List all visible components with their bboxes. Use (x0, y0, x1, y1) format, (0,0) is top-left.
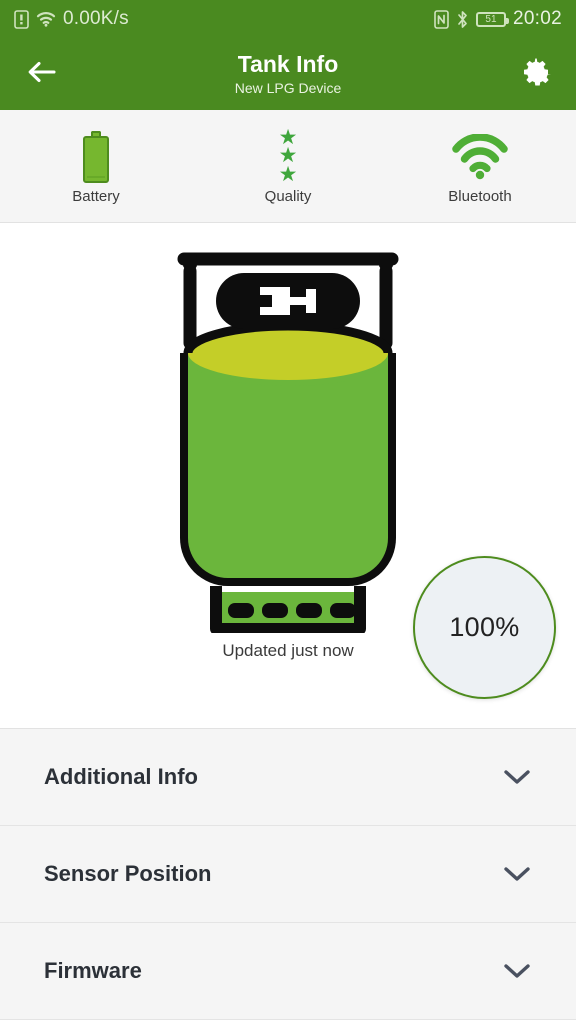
battery-icon: 51 (475, 11, 509, 27)
quality-stars-icon: ★ ★ ★ (278, 125, 298, 186)
expandable-sections-list: Additional Info Sensor Position Firmware (0, 728, 576, 1020)
system-status-bar: 0.00K/s 51 20:02 (0, 0, 576, 38)
chevron-down-icon[interactable] (502, 762, 532, 792)
chevron-down-icon[interactable] (502, 956, 532, 986)
section-label-sensor-position: Sensor Position (44, 861, 212, 886)
lpg-cylinder-graphic (177, 252, 399, 633)
section-label-additional-info: Additional Info (44, 764, 198, 789)
section-label-firmware: Firmware (44, 958, 142, 983)
indicator-quality[interactable]: ★ ★ ★ Quality (192, 125, 384, 205)
network-speed-text: 0.00K/s (63, 8, 129, 29)
page-subtitle: New LPG Device (234, 80, 342, 97)
fill-percentage-badge[interactable]: 100% (413, 556, 556, 699)
page-title: Tank Info (237, 50, 339, 77)
back-button[interactable] (20, 52, 64, 96)
chevron-down-icon[interactable] (502, 859, 532, 889)
settings-button[interactable] (514, 52, 558, 96)
indicator-label-battery: Battery (72, 187, 120, 205)
tank-info-screen: 0.00K/s 51 20:02 Tank Info New LPG Devic… (0, 0, 576, 1024)
bluetooth-icon (456, 10, 469, 29)
clock-text: 20:02 (512, 8, 562, 29)
section-additional-info[interactable]: Additional Info (0, 729, 576, 826)
signal-waves-icon (451, 128, 509, 186)
status-bar-left: 0.00K/s (14, 8, 129, 30)
indicator-battery[interactable]: Battery (0, 128, 192, 205)
battery-indicator-icon (83, 128, 109, 186)
wifi-icon (36, 11, 56, 27)
tank-visual-area: 100% Updated just now (0, 223, 576, 728)
fill-percentage-text: 100% (449, 612, 520, 642)
indicator-bluetooth[interactable]: Bluetooth (384, 128, 576, 205)
battery-level-text: 51 (485, 13, 497, 25)
section-sensor-position[interactable]: Sensor Position (0, 826, 576, 923)
app-bar: Tank Info New LPG Device (0, 38, 576, 110)
status-bar-right: 51 20:02 (434, 8, 562, 30)
arrow-left-icon (27, 60, 57, 89)
nfc-icon (434, 9, 449, 29)
indicator-label-bluetooth: Bluetooth (448, 187, 512, 205)
indicator-label-quality: Quality (264, 187, 312, 205)
device-status-row: Battery ★ ★ ★ Quality Bluetooth (0, 110, 576, 223)
app-bar-titles: Tank Info New LPG Device (0, 38, 576, 110)
last-updated-text: Updated just now (222, 641, 354, 660)
section-firmware[interactable]: Firmware (0, 923, 576, 1020)
sim-card-icon (14, 9, 29, 29)
gear-icon (520, 56, 552, 93)
